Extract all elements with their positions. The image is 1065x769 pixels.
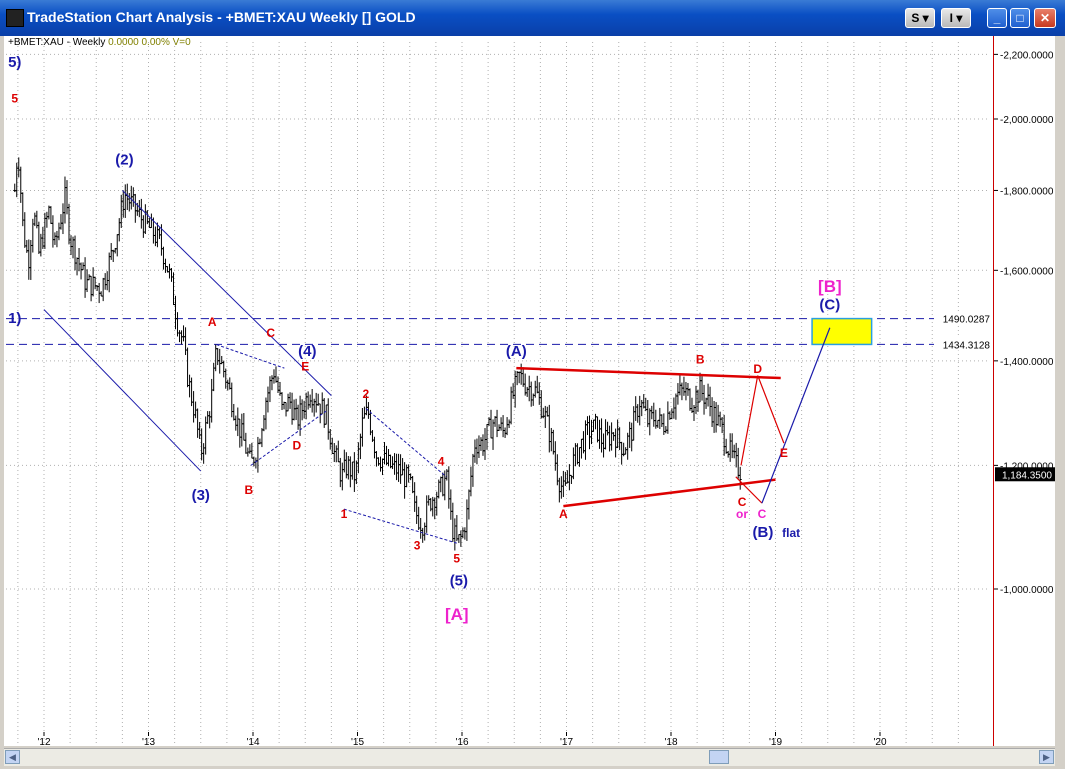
s-menu-label: S <box>911 11 920 25</box>
scrollbar-thumb[interactable] <box>709 750 729 764</box>
close-button[interactable]: ✕ <box>1034 8 1056 28</box>
maximize-icon: □ <box>1016 11 1024 25</box>
chart-header: +BMET:XAU - Weekly 0.0000 0.00% V=0 <box>8 37 191 48</box>
chart-plot-area[interactable] <box>4 36 994 746</box>
right-edge <box>1056 36 1065 748</box>
scroll-right-arrow-icon[interactable]: ▶ <box>1039 750 1054 764</box>
symbol-label: +BMET:XAU - Weekly <box>8 37 106 48</box>
window-title: TradeStation Chart Analysis - +BMET:XAU … <box>27 9 416 25</box>
scroll-left-arrow-icon[interactable]: ◀ <box>5 750 20 764</box>
price-axis[interactable] <box>994 36 1055 746</box>
tradestation-app-icon[interactable] <box>6 9 24 27</box>
minimize-button[interactable]: _ <box>987 8 1007 28</box>
minimize-icon: _ <box>993 11 1001 25</box>
s-menu-button[interactable]: S ▾ <box>905 8 935 28</box>
last-value: 0.0000 <box>108 37 139 48</box>
i-menu-label: I <box>949 11 953 25</box>
volume-value: V=0 <box>172 37 191 48</box>
horizontal-scrollbar[interactable]: ◀ ▶ <box>4 748 1055 766</box>
window-titlebar[interactable]: TradeStation Chart Analysis - +BMET:XAU … <box>0 0 1065 36</box>
i-menu-button[interactable]: I ▾ <box>941 8 971 28</box>
maximize-button[interactable]: □ <box>1010 8 1030 28</box>
close-icon: ✕ <box>1039 11 1051 25</box>
percent-change: 0.00% <box>141 37 170 48</box>
